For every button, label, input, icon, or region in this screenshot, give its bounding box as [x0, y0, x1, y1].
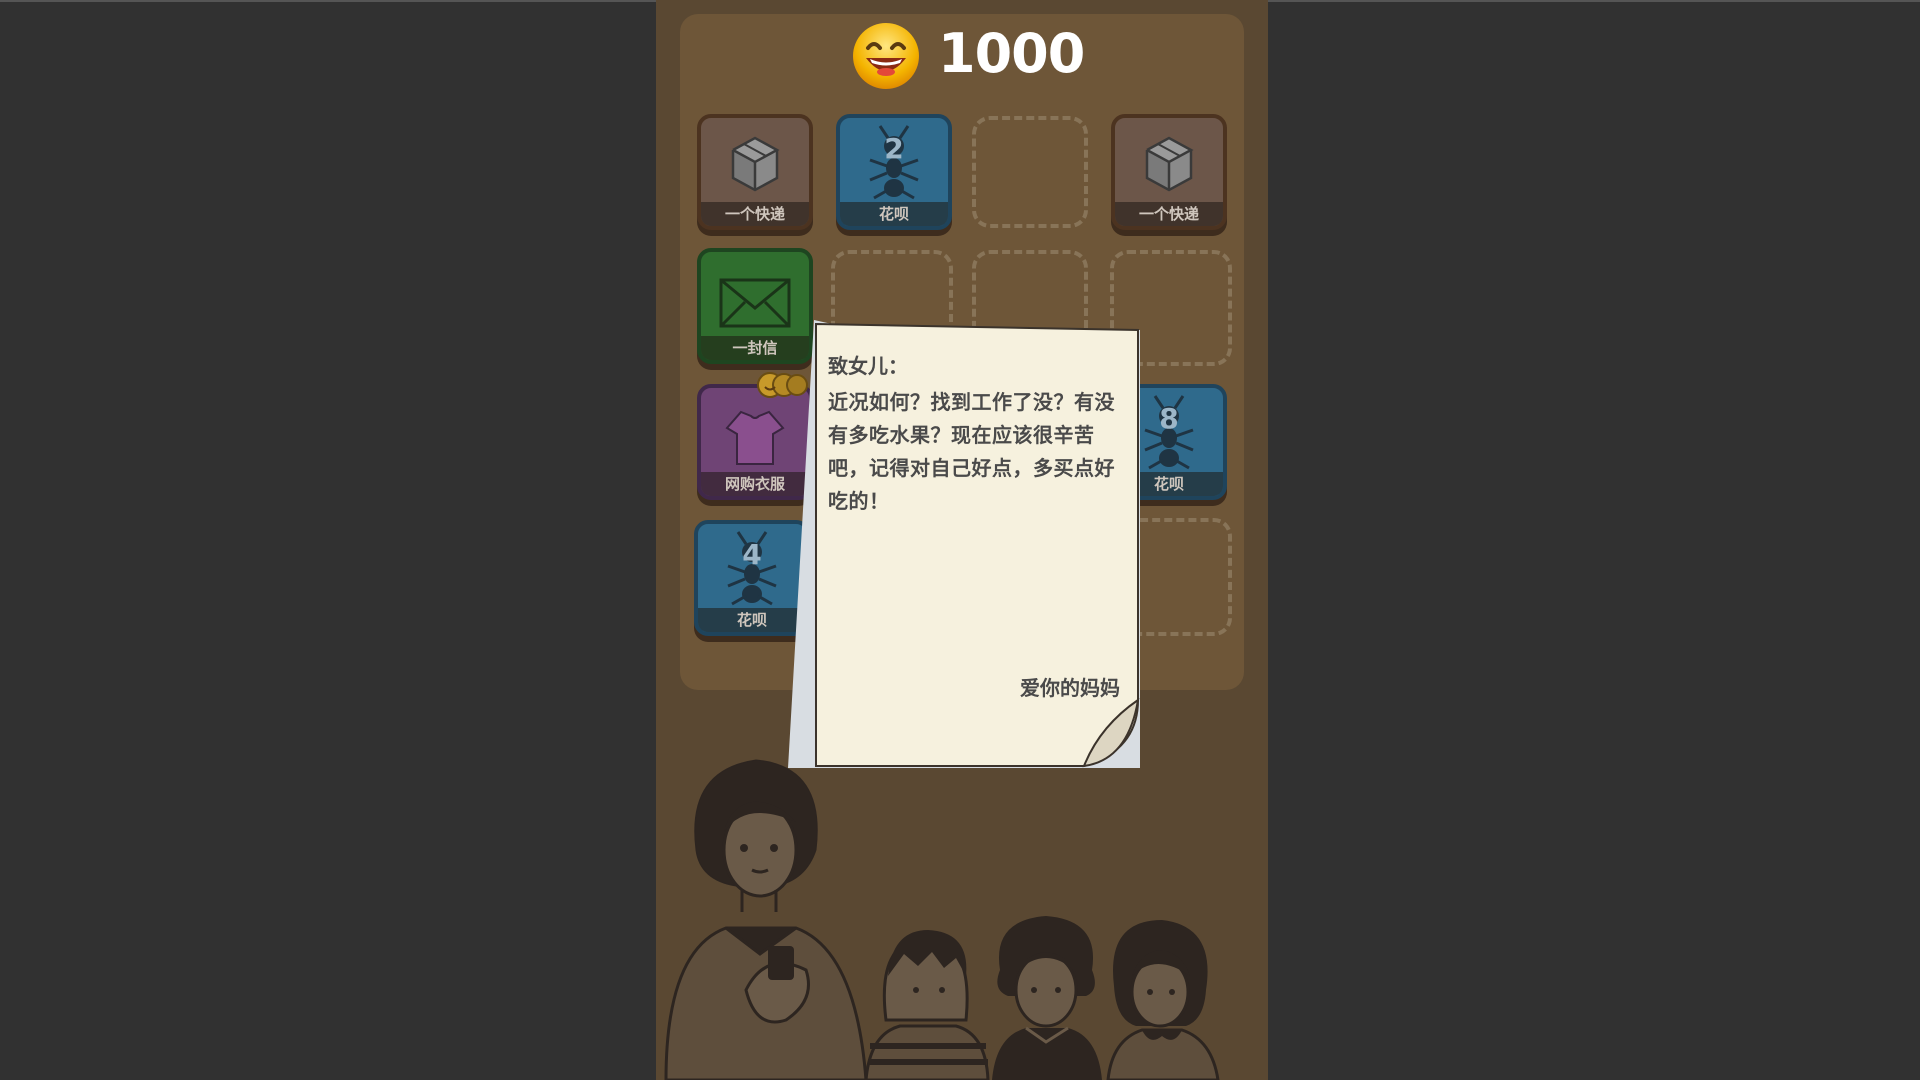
- tile-level: 2: [884, 132, 904, 165]
- letter-body: 近况如何？找到工作了没？有没有多吃水果？现在应该很辛苦吧，记得对自己好点，多买点…: [828, 390, 1115, 513]
- letter-signature: 爱你的妈妈: [1020, 676, 1120, 700]
- tile-label: 一个快递: [1115, 202, 1223, 226]
- letter-popup[interactable]: 致女儿： 近况如何？找到工作了没？有没有多吃水果？现在应该很辛苦吧，记得对自己好…: [788, 320, 1140, 768]
- tile-label: 一个快递: [701, 202, 809, 226]
- family-illustration: [664, 759, 1220, 1080]
- empty-slot[interactable]: [972, 116, 1088, 228]
- tile-label: 花呗: [840, 202, 948, 226]
- grinning-face-icon: [853, 23, 919, 89]
- tile-express-1[interactable]: 一个快递: [697, 114, 813, 230]
- tile-antbei-2[interactable]: 2 花呗: [836, 114, 952, 230]
- letter-greeting: 致女儿：: [828, 354, 908, 378]
- score-value: 1000: [938, 22, 1085, 85]
- score-bar: 1000: [656, 18, 1268, 94]
- tile-express-2[interactable]: 一个快递: [1111, 114, 1227, 230]
